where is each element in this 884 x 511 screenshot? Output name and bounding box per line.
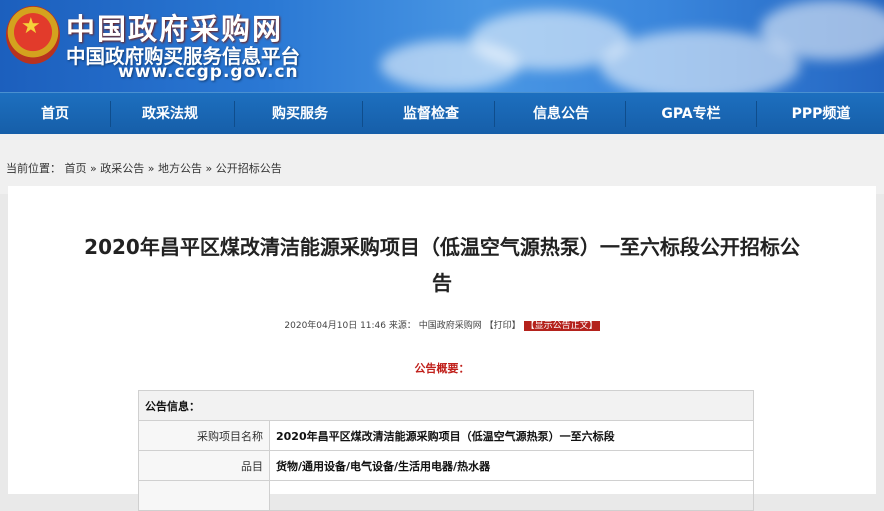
breadcrumb: 当前位置： 首页 » 政采公告 » 地方公告 » 公开招标公告 <box>6 160 282 176</box>
table-value: 货物/通用设备/电气设备/生活用电器/热水器 <box>269 450 754 481</box>
announcement-info-table: 公告信息： 采购项目名称 2020年昌平区煤改清洁能源采购项目（低温空气源热泵）… <box>138 390 754 511</box>
national-emblem-icon: ★ <box>6 6 60 64</box>
nav-divider <box>756 101 757 127</box>
breadcrumb-home[interactable]: 首页 <box>65 162 87 175</box>
nav-divider <box>362 101 363 127</box>
breadcrumb-gov-procurement[interactable]: 政采公告 <box>100 162 144 175</box>
source-label: 来源： <box>388 321 416 331</box>
breadcrumb-local[interactable]: 地方公告 <box>158 162 202 175</box>
site-banner: ★ 中国政府采购网 中国政府购买服务信息平台 www.ccgp.gov.cn <box>0 0 884 92</box>
table-row: 采购项目名称 2020年昌平区煤改清洁能源采购项目（低温空气源热泵）一至六标段 <box>138 420 754 451</box>
table-key: 品目 <box>138 450 270 481</box>
breadcrumb-open-tender[interactable]: 公开招标公告 <box>216 162 282 175</box>
nav-item-ppp[interactable]: PPP频道 <box>766 93 876 135</box>
nav-divider <box>110 101 111 127</box>
nav-item-home[interactable]: 首页 <box>0 93 110 135</box>
page-title-line2: 告 <box>432 271 452 295</box>
nav-item-regulations[interactable]: 政采法规 <box>115 93 225 135</box>
site-url: www.ccgp.gov.cn <box>118 62 299 82</box>
show-full-text-button[interactable]: 【显示公告正文】 <box>523 321 600 331</box>
breadcrumb-separator: » <box>147 162 158 175</box>
print-link[interactable]: 【打印】 <box>485 321 521 331</box>
nav-divider <box>625 101 626 127</box>
breadcrumb-prefix: 当前位置： <box>6 162 61 175</box>
nav-divider <box>494 101 495 127</box>
nav-item-gpa[interactable]: GPA专栏 <box>636 93 746 135</box>
breadcrumb-separator: » <box>205 162 216 175</box>
page-title: 2020年昌平区煤改清洁能源采购项目（低温空气源热泵）一至六标段公开招标公 告 <box>8 229 876 301</box>
table-value: 2020年昌平区煤改清洁能源采购项目（低温空气源热泵）一至六标段 <box>269 420 754 451</box>
breadcrumb-separator: » <box>90 162 101 175</box>
table-row: 品目 货物/通用设备/电气设备/生活用电器/热水器 <box>138 450 754 481</box>
nav-item-announcements[interactable]: 信息公告 <box>506 93 616 135</box>
nav-divider <box>234 101 235 127</box>
nav-item-services[interactable]: 购买服务 <box>245 93 355 135</box>
table-key-empty <box>138 480 270 511</box>
source-name: 中国政府采购网 <box>418 321 482 331</box>
summary-heading: 公告概要： <box>414 362 470 375</box>
banner-cloud <box>380 40 520 90</box>
article-meta: 2020年04月10日 11:46 来源： 中国政府采购网 【打印】 【显示公告… <box>0 318 884 331</box>
publish-datetime: 2020年04月10日 11:46 <box>284 321 387 331</box>
table-row <box>138 480 754 511</box>
table-value-empty <box>269 480 754 511</box>
nav-item-supervision[interactable]: 监督检查 <box>376 93 486 135</box>
page-title-line1: 2020年昌平区煤改清洁能源采购项目（低温空气源热泵）一至六标段公开招标公 <box>84 235 800 259</box>
table-header-row: 公告信息： <box>138 390 754 421</box>
main-nav: 首页 政采法规 购买服务 监督检查 信息公告 GPA专栏 PPP频道 <box>0 92 884 135</box>
table-key: 采购项目名称 <box>138 420 270 451</box>
table-header: 公告信息： <box>138 390 754 421</box>
